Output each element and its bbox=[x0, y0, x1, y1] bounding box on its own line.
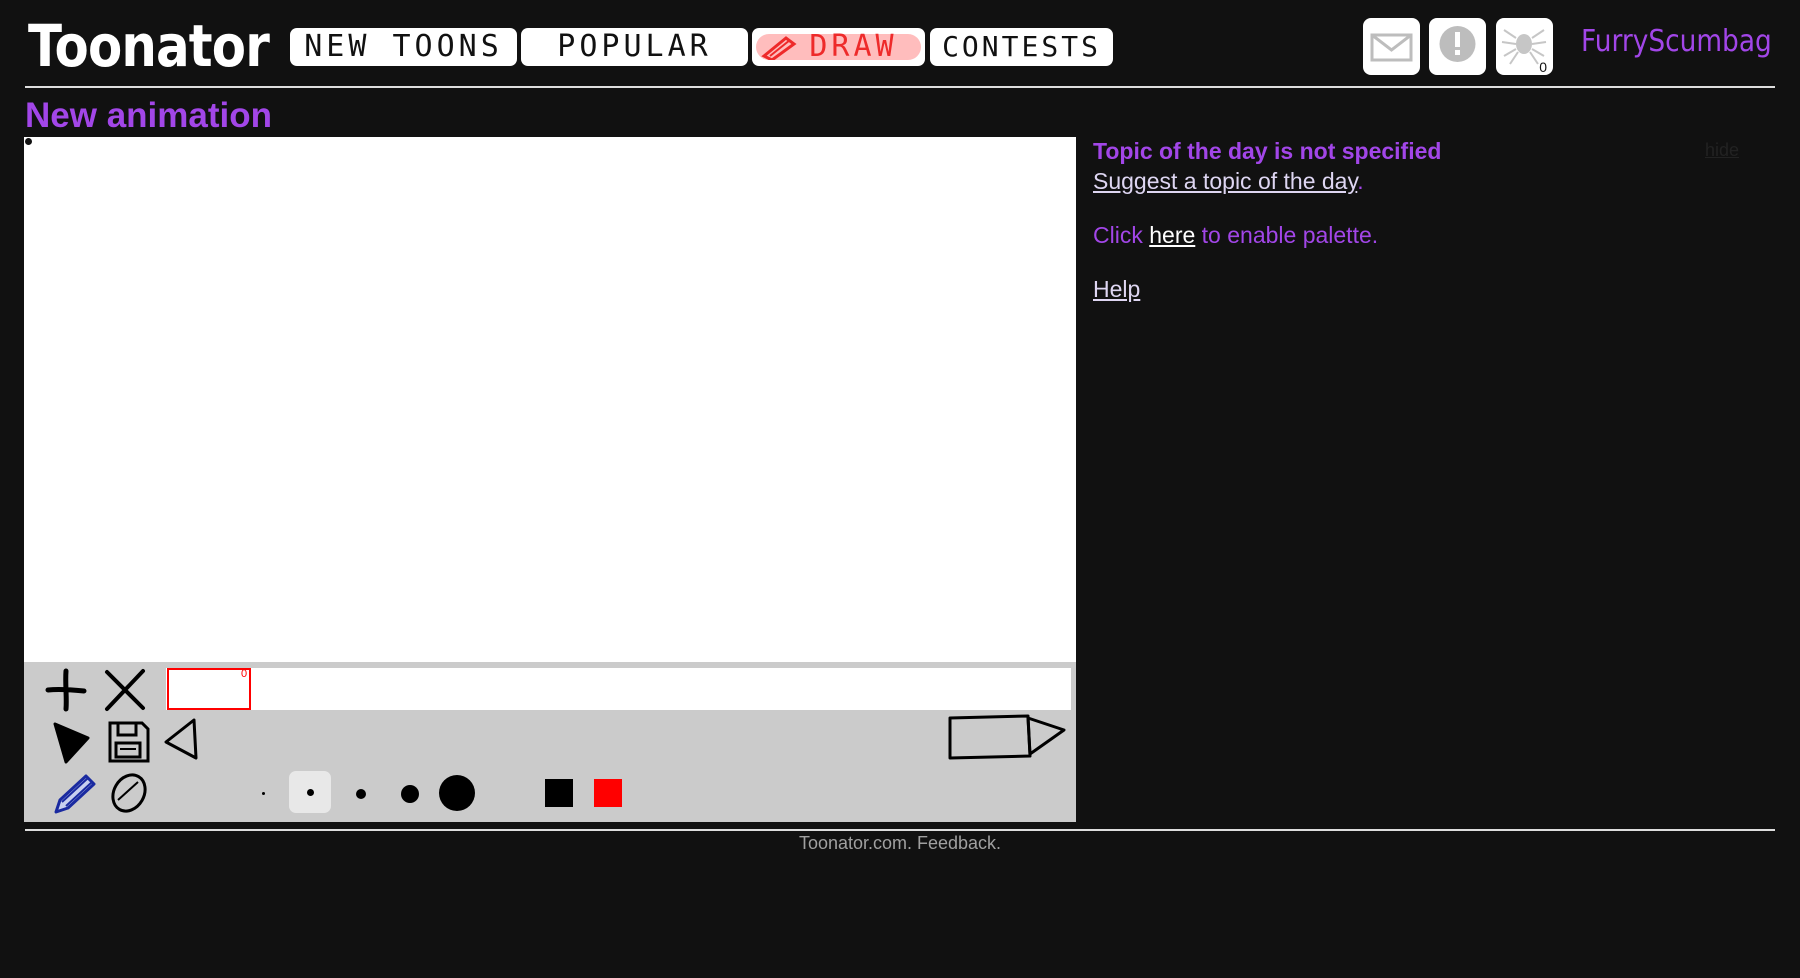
frame-number: 0 bbox=[241, 668, 248, 680]
nav-popular[interactable]: POPULAR bbox=[521, 28, 748, 66]
palette-prefix: Click bbox=[1093, 222, 1150, 248]
nav-draw[interactable]: DRAW bbox=[752, 28, 925, 66]
prev-frame-icon[interactable] bbox=[162, 716, 202, 762]
brush-size-huge[interactable] bbox=[439, 775, 475, 811]
play-icon[interactable] bbox=[50, 718, 94, 766]
notifications-button[interactable] bbox=[1429, 18, 1486, 75]
frame-thumbnail-current[interactable] bbox=[167, 668, 251, 710]
delete-frame-icon[interactable] bbox=[101, 666, 149, 714]
enable-palette-link[interactable]: here bbox=[1149, 222, 1195, 248]
suggest-line: Suggest a topic of the day. bbox=[1093, 166, 1753, 196]
hide-link[interactable]: hide bbox=[1705, 140, 1739, 161]
header-divider bbox=[25, 86, 1775, 88]
username-link[interactable]: FurryScumbag bbox=[1581, 24, 1772, 59]
nav-draw-label: DRAW bbox=[809, 29, 898, 64]
suggest-topic-link[interactable]: Suggest a topic of the day bbox=[1093, 168, 1357, 194]
brush-size-large[interactable] bbox=[401, 785, 419, 803]
eraser-icon[interactable] bbox=[108, 770, 150, 816]
color-swatch-primary[interactable] bbox=[545, 779, 573, 807]
help-line: Help bbox=[1093, 274, 1753, 304]
palette-suffix: to enable palette. bbox=[1195, 222, 1379, 248]
nav-new-toons[interactable]: NEW TOONS bbox=[290, 28, 517, 66]
envelope-icon bbox=[1370, 33, 1413, 62]
footer-text: Toonator.com. Feedback. bbox=[798, 833, 1002, 853]
drawing-canvas[interactable] bbox=[24, 137, 1076, 662]
frame-strip[interactable] bbox=[166, 668, 1071, 710]
brush-size-medium[interactable] bbox=[356, 789, 366, 799]
brush-size-tiny[interactable] bbox=[262, 792, 265, 795]
save-icon[interactable] bbox=[106, 719, 152, 765]
page-title: New animation bbox=[25, 96, 272, 135]
cursor-dot bbox=[25, 138, 32, 145]
pencil-icon[interactable] bbox=[52, 770, 98, 816]
add-frame-icon[interactable] bbox=[42, 666, 90, 714]
messages-button[interactable] bbox=[1363, 18, 1420, 75]
color-swatch-secondary[interactable] bbox=[594, 779, 622, 807]
site-logo[interactable]: Toonator bbox=[28, 6, 270, 86]
next-frame-icon[interactable] bbox=[946, 712, 1068, 762]
nav-new-toons-label: NEW TOONS bbox=[304, 29, 503, 64]
brush-size-small[interactable] bbox=[307, 789, 314, 796]
exclamation-icon bbox=[1439, 26, 1476, 62]
spider-count: 0 bbox=[1539, 59, 1547, 75]
help-link[interactable]: Help bbox=[1093, 276, 1140, 302]
spider-button[interactable]: 0 bbox=[1496, 18, 1553, 75]
nav-popular-label: POPULAR bbox=[557, 29, 712, 64]
nav-contests[interactable]: CONTESTS bbox=[930, 28, 1113, 66]
palette-line: Click here to enable palette. bbox=[1093, 220, 1753, 250]
topic-title: Topic of the day is not specified bbox=[1093, 138, 1442, 164]
suggest-suffix: . bbox=[1357, 168, 1364, 194]
nav-contests-label: CONTESTS bbox=[942, 30, 1101, 63]
side-panel: Topic of the day is not specified Sugges… bbox=[1093, 136, 1753, 304]
pencil-icon bbox=[761, 36, 797, 60]
